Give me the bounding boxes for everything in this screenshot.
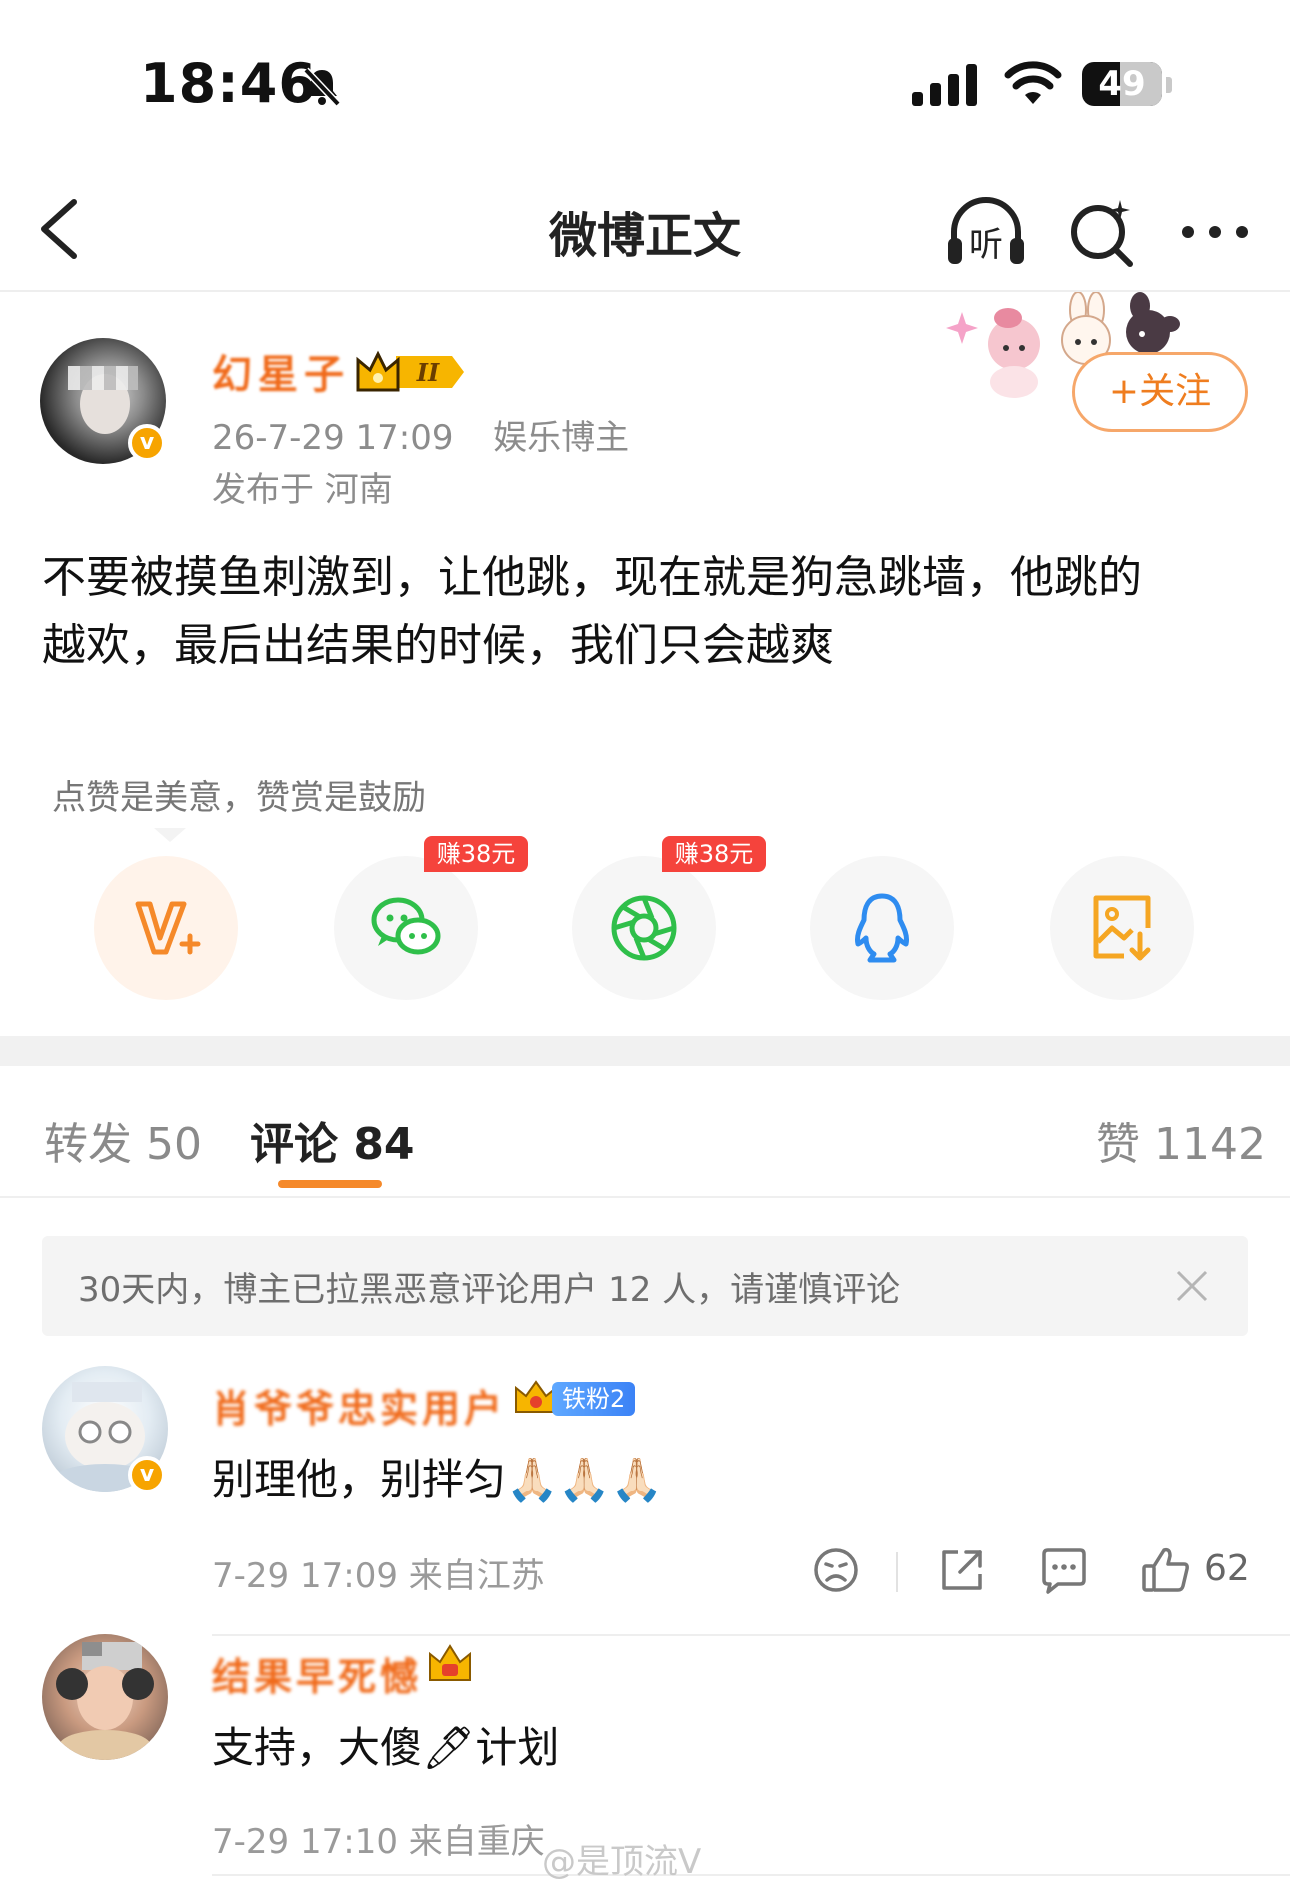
fan-level-label: 铁粉2 — [552, 1382, 636, 1416]
post-text: 不要被摸鱼刺激到，让他跳，现在就是狗急跳墙，他跳的 越欢，最后出结果的时候，我们… — [42, 544, 1252, 680]
post-text-line-1: 不要被摸鱼刺激到，让他跳，现在就是狗急跳墙，他跳的 — [42, 552, 1142, 603]
comment-text: 别理他，别拌匀🙏🏻🙏🏻🙏🏻 — [212, 1455, 663, 1504]
verified-badge-icon: v — [128, 424, 166, 462]
comment-separator — [212, 1634, 1290, 1636]
bell-slash-icon — [303, 67, 341, 107]
battery-icon: 49 — [1082, 62, 1162, 106]
save-image-icon — [1093, 895, 1151, 961]
section-divider — [0, 1036, 1290, 1066]
verified-badge-icon: v — [128, 1456, 166, 1494]
qq-penguin-icon — [855, 893, 909, 963]
comment-meta: 7-29 17:10 来自重庆 — [212, 1822, 545, 1862]
post-location: 发布于 河南 — [212, 470, 393, 510]
commenter-avatar[interactable] — [42, 1634, 168, 1760]
weibo-watermark: @是顶流V — [542, 1842, 702, 1882]
avatar-mosaic — [68, 366, 138, 390]
earn-badge: 赚38元 — [662, 836, 766, 872]
post-date: 26-7-29 17:09 — [212, 418, 454, 458]
follow-button[interactable]: +关注 — [1072, 352, 1248, 432]
reward-hint: 点赞是美意，赞赏是鼓励 — [52, 778, 426, 818]
commenter-name[interactable]: 结果早死憾 — [212, 1646, 422, 1701]
thumbs-up-icon[interactable] — [1138, 1542, 1194, 1598]
author-name[interactable]: 幻星子 — [212, 342, 350, 400]
reward-button[interactable] — [94, 856, 238, 1000]
commenter-name[interactable]: 肖爷爷忠实用户 — [212, 1378, 506, 1433]
reply-comment-icon[interactable] — [1036, 1542, 1092, 1598]
reward-hint-pointer — [154, 828, 186, 842]
author-tag: 娱乐博主 — [493, 418, 630, 458]
status-bar: 18:46 49 — [0, 0, 1290, 170]
close-icon[interactable] — [1172, 1266, 1212, 1306]
tab-repost[interactable]: 转发 50 — [44, 1108, 202, 1172]
share-row: 赚38元 赚38元 — [0, 836, 1290, 1006]
share-moments-button[interactable]: 赚38元 — [572, 836, 766, 1000]
v-plus-reward-icon — [135, 901, 201, 955]
share-out-icon[interactable] — [934, 1542, 990, 1598]
fan-badge: 铁粉2 — [512, 1378, 642, 1418]
cellular-signal-icon — [912, 64, 977, 106]
battery-level: 49 — [1098, 64, 1146, 104]
comment-actions: 62 — [0, 1542, 1290, 1602]
wechat-icon — [371, 897, 441, 955]
notice-text: 30天内，博主已拉黑恶意评论用户 12 人，请谨慎评论 — [78, 1270, 901, 1310]
status-time: 18:46 — [140, 52, 317, 115]
wechat-moments-icon — [611, 895, 677, 961]
share-wechat-button[interactable]: 赚38元 — [334, 836, 528, 1000]
wifi-icon — [1004, 61, 1062, 104]
battery-tip — [1166, 77, 1172, 93]
comment-like-count: 62 — [1204, 1548, 1250, 1589]
listen-label: 听 — [969, 225, 1003, 265]
post-meta: 26-7-29 17:09 娱乐博主 — [212, 410, 629, 459]
block-notice: 30天内，博主已拉黑恶意评论用户 12 人，请谨慎评论 — [42, 1236, 1248, 1336]
comment-text: 支持，大傻🖊计划 — [212, 1723, 560, 1772]
vip-level: II — [416, 358, 440, 387]
post-text-line-2: 越欢，最后出结果的时候，我们只会越爽 — [42, 620, 834, 671]
listen-headphone-icon[interactable]: 听 — [944, 190, 1028, 274]
tab-comment[interactable]: 评论 84 — [250, 1108, 415, 1172]
nav-bar: 微博正文 听 — [0, 170, 1290, 292]
save-image-button[interactable] — [1050, 856, 1194, 1000]
more-icon[interactable] — [1180, 190, 1250, 274]
tab-like[interactable]: 赞 1142 — [1096, 1108, 1266, 1172]
crown-icon — [429, 1644, 471, 1681]
dislike-face-icon[interactable] — [808, 1542, 864, 1598]
actions-divider — [896, 1552, 898, 1592]
comment-separator — [212, 1874, 1290, 1876]
search-icon[interactable] — [1066, 190, 1136, 274]
post-header: v 幻星子 II 26-7-29 17:09 娱乐博主 发布于 河南 +关注 — [0, 292, 1290, 522]
vip-crown-icon: II — [356, 350, 464, 392]
active-tab-indicator — [278, 1180, 382, 1188]
earn-badge: 赚38元 — [424, 836, 528, 872]
share-qq-button[interactable] — [810, 856, 954, 1000]
interaction-tabs: 转发 50 评论 84 赞 1142 — [0, 1066, 1290, 1198]
